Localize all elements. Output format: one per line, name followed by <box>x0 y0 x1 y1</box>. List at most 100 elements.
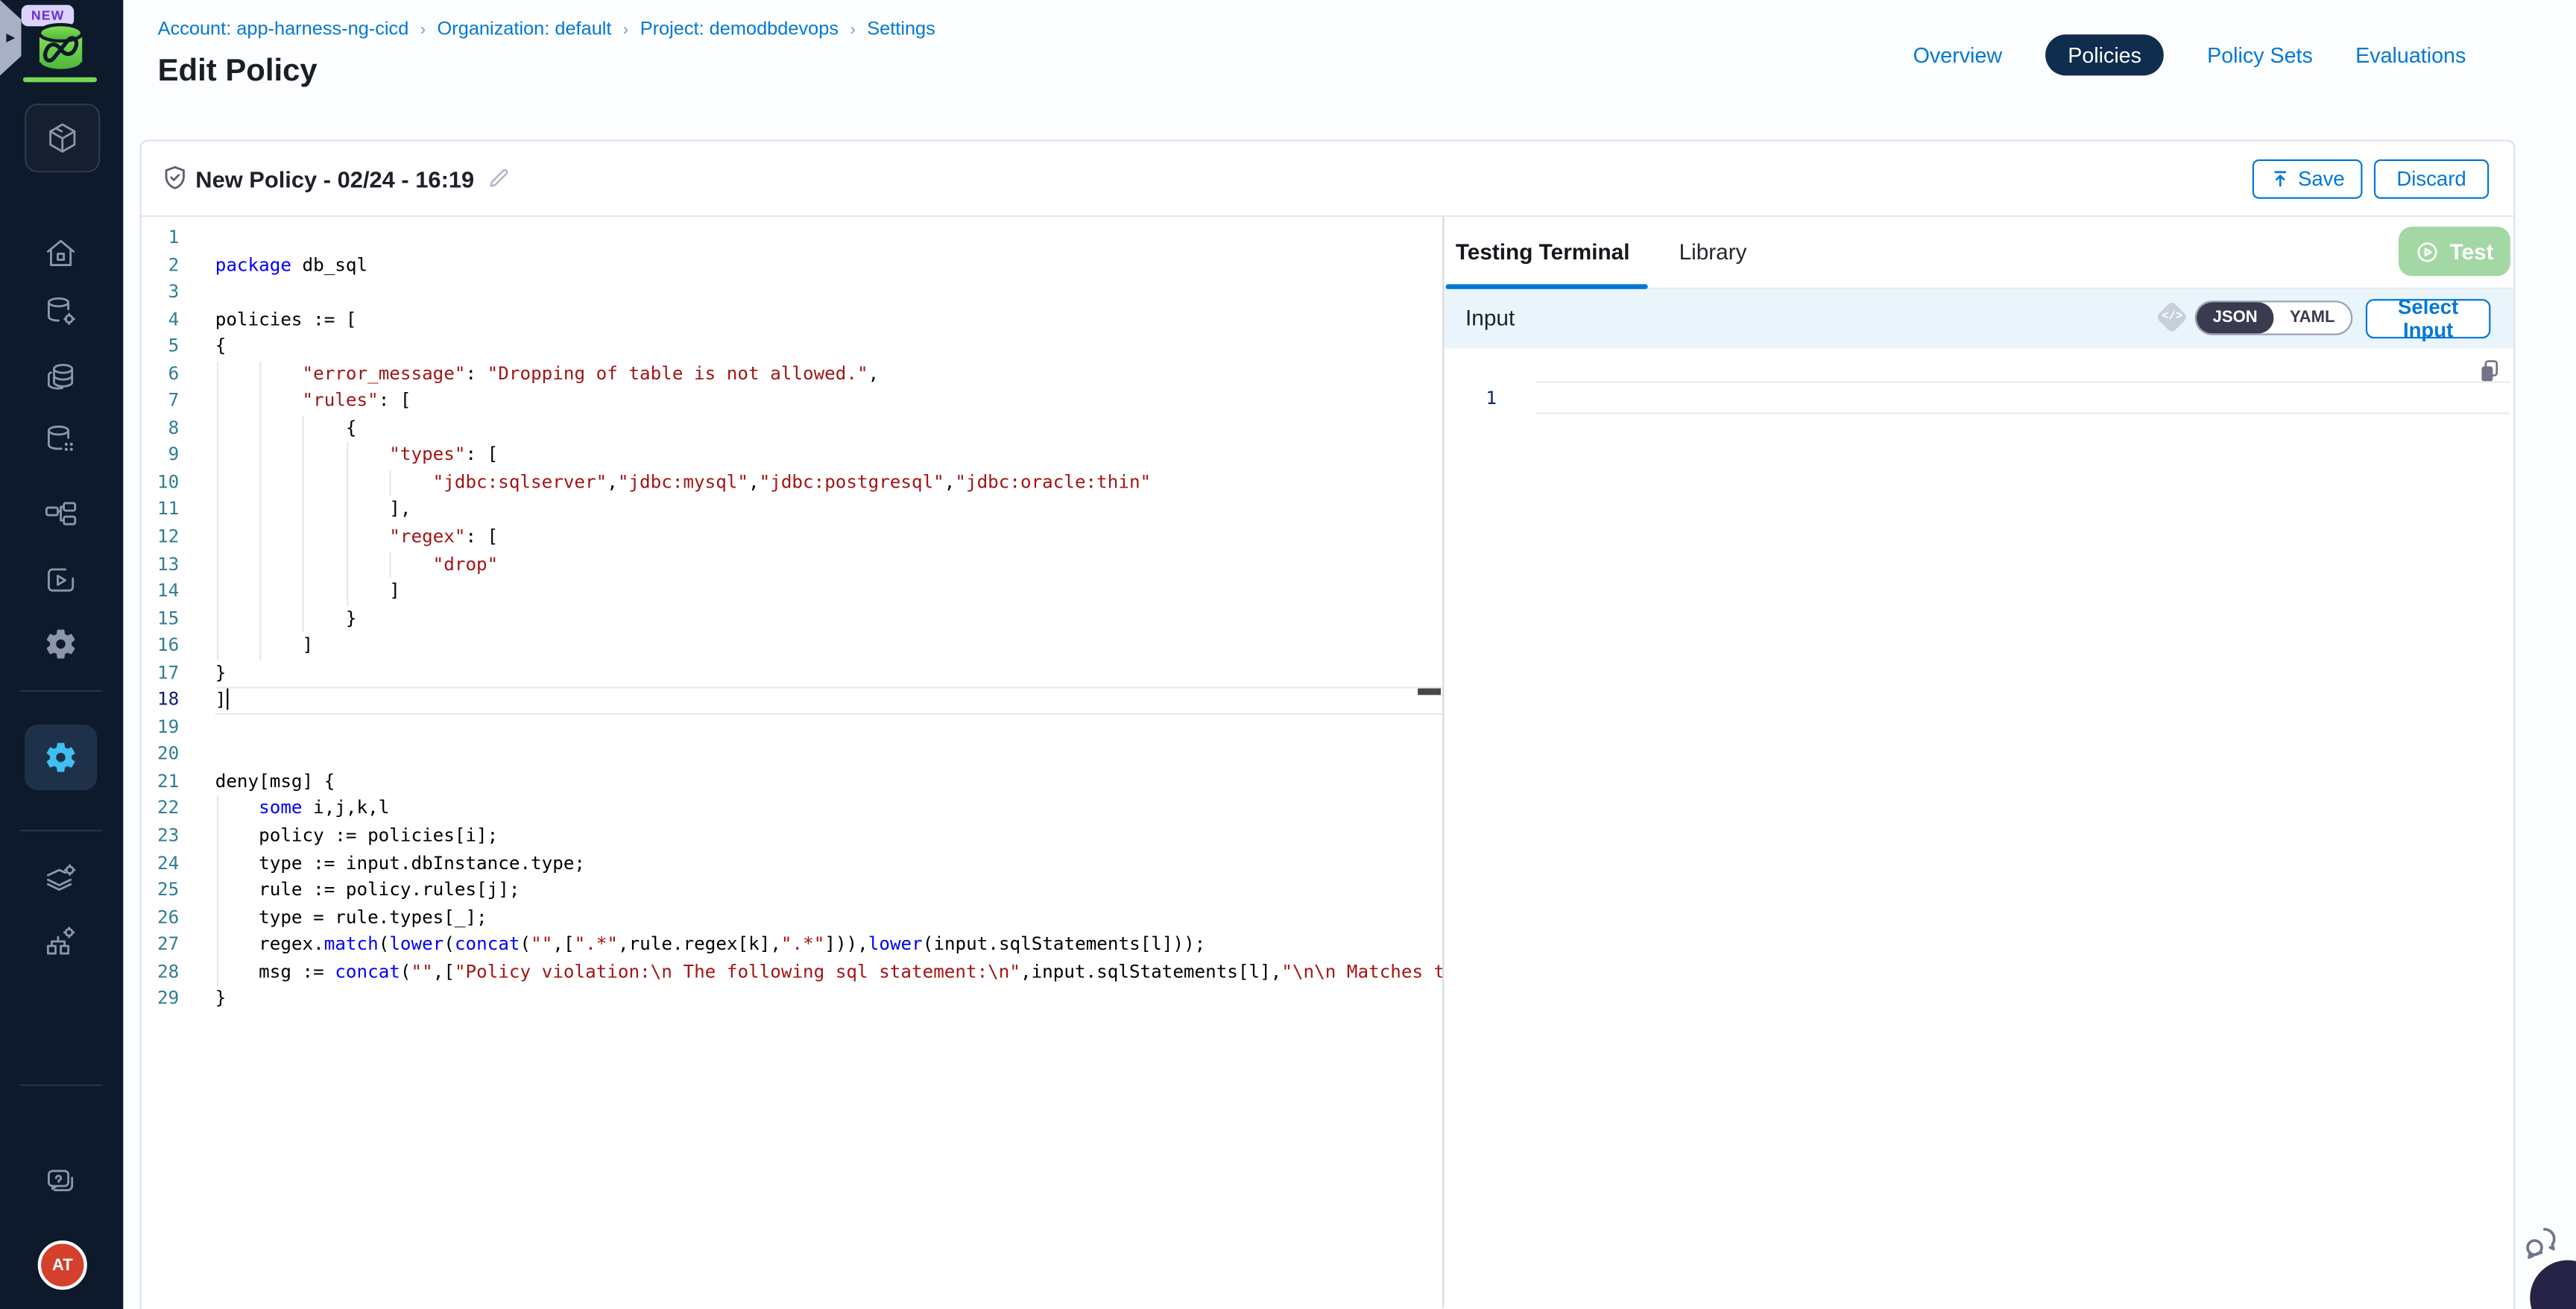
code-line-15[interactable]: 15 } <box>142 606 1443 633</box>
header-tab-policy-sets[interactable]: Policy Sets <box>2207 42 2313 67</box>
code-line-25[interactable]: 25 rule := policy.rules[j]; <box>142 877 1443 904</box>
header-tab-policies[interactable]: Policies <box>2045 34 2164 75</box>
code-line-26[interactable]: 26 type = rule.types[_]; <box>142 905 1443 932</box>
code-line-12[interactable]: 12 "regex": [ <box>142 524 1443 551</box>
code-line-9[interactable]: 9 "types": [ <box>142 443 1443 470</box>
module-switcher[interactable] <box>25 104 100 173</box>
code-line-24[interactable]: 24 type := input.dbInstance.type; <box>142 851 1443 877</box>
line-number: 29 <box>142 986 180 1013</box>
harness-db-devops-logo[interactable] <box>26 22 95 83</box>
breadcrumb-separator: › <box>611 22 640 40</box>
sidebar-item-database-stack[interactable] <box>41 358 80 397</box>
save-button[interactable]: Save <box>2253 160 2363 199</box>
code-line-14[interactable]: 14 ] <box>142 578 1443 605</box>
line-number: 1 <box>142 225 180 252</box>
toggle-json[interactable]: JSON <box>2197 303 2274 334</box>
code-line-8[interactable]: 8 { <box>142 415 1443 442</box>
indent-guide <box>216 633 218 660</box>
home-icon <box>42 235 78 271</box>
indent-guide <box>347 578 348 605</box>
input-label: Input <box>1465 306 1515 330</box>
play-circle-icon <box>2415 239 2440 264</box>
sidebar-item-help[interactable] <box>41 1163 80 1202</box>
code-line-19[interactable]: 19 <box>142 714 1443 741</box>
gear-icon <box>42 626 78 662</box>
line-number: 22 <box>142 796 180 823</box>
sidebar-item-layers-settings[interactable] <box>41 859 80 899</box>
edit-pencil-icon[interactable] <box>486 166 511 199</box>
line-number: 7 <box>142 388 180 415</box>
indent-guide <box>216 823 218 850</box>
code-line-23[interactable]: 23 policy := policies[i]; <box>142 823 1443 850</box>
code-line-29[interactable]: 29} <box>142 986 1443 1013</box>
sidebar-item-settings-active[interactable] <box>25 725 97 790</box>
code-line-18[interactable]: 18] <box>142 687 1443 714</box>
avatar[interactable]: AT <box>38 1240 87 1290</box>
code-line-2[interactable]: 2package db_sql <box>142 252 1443 279</box>
breadcrumb-link[interactable]: Project: demodbdevops <box>640 19 839 39</box>
indent-guide <box>259 415 261 442</box>
gear-icon-active <box>42 739 78 775</box>
sidebar-item-settings[interactable] <box>41 625 80 664</box>
code-line-6[interactable]: 6 "error_message": "Dropping of table is… <box>142 361 1443 388</box>
sidebar-item-database-instances[interactable] <box>41 420 80 460</box>
indent-guide <box>259 524 261 551</box>
breadcrumb-link[interactable]: Account: app-harness-ng-cicd <box>158 19 409 39</box>
discard-button[interactable]: Discard <box>2374 160 2489 199</box>
indent-guide <box>216 443 218 470</box>
code-line-1[interactable]: 1 <box>142 225 1443 252</box>
indent-guide <box>216 361 218 388</box>
breadcrumb-link[interactable]: Settings <box>867 19 935 39</box>
policy-name: New Policy - 02/24 - 16:19 <box>195 166 474 192</box>
sidebar-item-hierarchy-settings[interactable] <box>41 921 80 961</box>
indent-guide <box>216 552 218 578</box>
tab-testing-terminal[interactable]: Testing Terminal <box>1456 240 1630 265</box>
line-number: 8 <box>142 415 180 442</box>
code-line-5[interactable]: 5{ <box>142 334 1443 361</box>
cube-icon <box>45 120 80 156</box>
policy-code-editor[interactable]: 12package db_sql34policies := [5{6 "erro… <box>142 217 1443 1308</box>
code-diamond-icon[interactable]: </> <box>2156 301 2188 334</box>
database-stack-icon <box>42 360 78 396</box>
indent-guide <box>216 796 218 823</box>
code-line-28[interactable]: 28 msg := concat("",["Policy violation:\… <box>142 959 1443 986</box>
toggle-yaml[interactable]: YAML <box>2273 303 2351 334</box>
policy-toolbar: New Policy - 02/24 - 16:19 Save Discard <box>142 142 2514 217</box>
code-line-3[interactable]: 3 <box>142 280 1443 306</box>
code-line-20[interactable]: 20 <box>142 742 1443 769</box>
play-screen-icon <box>42 562 78 598</box>
code-line-21[interactable]: 21deny[msg] { <box>142 769 1443 795</box>
sidebar-item-pipelines[interactable] <box>41 496 80 536</box>
line-number: 3 <box>142 280 180 306</box>
code-line-27[interactable]: 27 regex.match(lower(concat("",[".*",rul… <box>142 932 1443 959</box>
code-line-7[interactable]: 7 "rules": [ <box>142 388 1443 415</box>
code-line-11[interactable]: 11 ], <box>142 497 1443 524</box>
code-line-17[interactable]: 17} <box>142 660 1443 687</box>
sidebar-item-home[interactable] <box>41 233 80 273</box>
help-chat-icon <box>42 1165 78 1201</box>
select-input-button[interactable]: Select Input <box>2366 299 2491 338</box>
indent-guide <box>259 361 261 388</box>
sidebar-item-executions[interactable] <box>41 561 80 600</box>
tab-library[interactable]: Library <box>1679 240 1747 265</box>
code-line-4[interactable]: 4policies := [ <box>142 306 1443 333</box>
header-tab-overview[interactable]: Overview <box>1913 42 2002 67</box>
input-editor-field[interactable] <box>1536 381 2510 414</box>
database-gear-icon <box>42 294 78 330</box>
line-number: 14 <box>142 578 180 605</box>
header-tab-evaluations[interactable]: Evaluations <box>2355 42 2466 67</box>
breadcrumb-link[interactable]: Organization: default <box>438 19 612 39</box>
code-line-16[interactable]: 16 ] <box>142 633 1443 660</box>
sidebar-item-database-settings[interactable] <box>41 292 80 332</box>
indent-guide <box>303 606 304 633</box>
code-line-22[interactable]: 22 some i,j,k,l <box>142 796 1443 823</box>
code-line-13[interactable]: 13 "drop" <box>142 552 1443 578</box>
input-line-number: 1 <box>1474 381 1497 417</box>
header-tabs: Overview Policies Policy Sets Evaluations <box>1913 34 2466 75</box>
format-toggle[interactable]: JSON YAML <box>2195 300 2353 335</box>
line-number: 28 <box>142 959 180 986</box>
indent-guide <box>390 470 391 496</box>
input-editor-line[interactable]: 1 <box>1444 381 2513 417</box>
code-line-10[interactable]: 10 "jdbc:sqlserver","jdbc:mysql","jdbc:p… <box>142 470 1443 496</box>
test-button[interactable]: Test <box>2399 227 2510 276</box>
